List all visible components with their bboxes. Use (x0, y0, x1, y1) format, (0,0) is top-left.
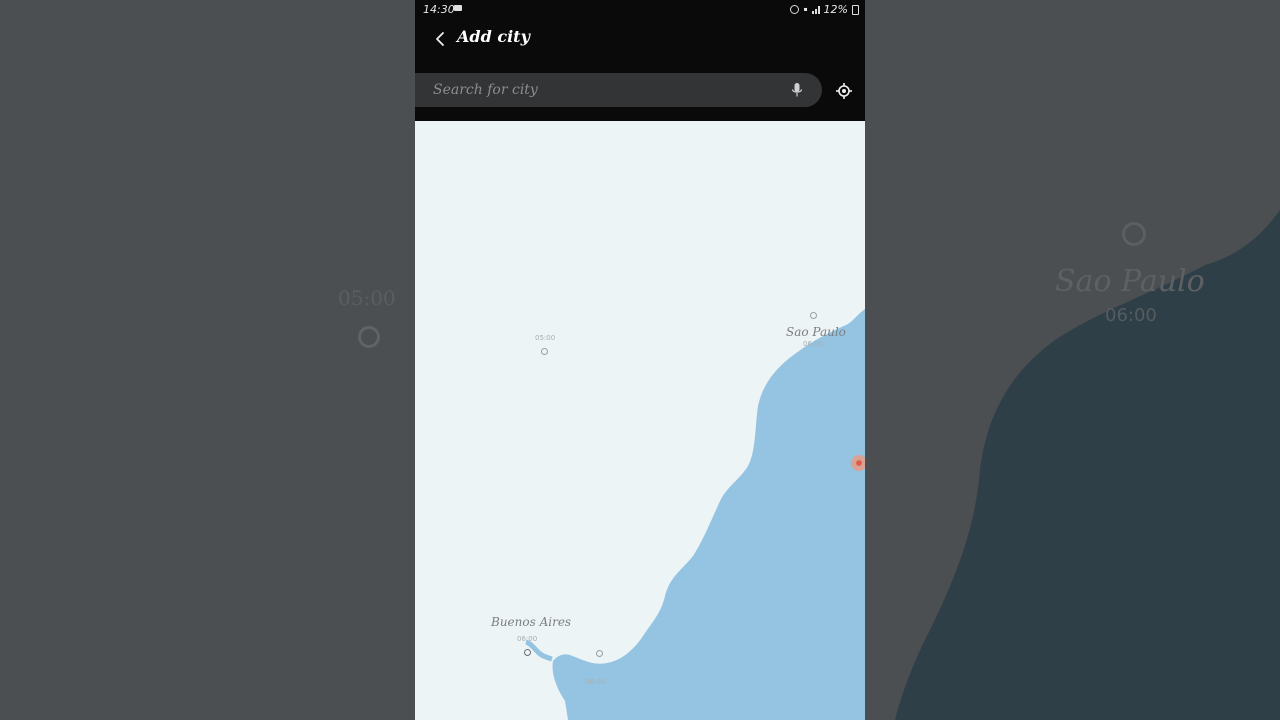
status-icons: ▪ 12% (790, 3, 859, 16)
my-location-icon[interactable] (835, 82, 853, 100)
status-bar: 14:30 ▪ 12% (415, 0, 865, 18)
time-zone-label: 05:00 (535, 334, 556, 342)
alarm-icon (790, 5, 800, 14)
background-city-dot (1122, 222, 1146, 246)
signal-icon (811, 5, 820, 14)
city-time-sao-paulo: 06:00 (803, 340, 824, 348)
page-title: Add city (457, 27, 530, 46)
city-dot-sao-paulo[interactable] (810, 312, 817, 319)
search-row (415, 73, 865, 107)
app-bar: Add city (415, 22, 865, 58)
city-time-buenos-aires: 06:00 (517, 635, 538, 643)
microphone-icon[interactable] (791, 82, 803, 98)
phone-screen: 14:30 ▪ 12% Add city Search for city 05:… (415, 0, 865, 720)
background-time-label: 05:00 (338, 286, 396, 310)
battery-percent: 12% (823, 3, 848, 16)
city-dot[interactable] (596, 650, 603, 657)
background-city-dot (358, 326, 380, 348)
status-time: 14:30 (423, 3, 455, 16)
city-dot-buenos-aires[interactable] (524, 649, 531, 656)
back-arrow-icon[interactable] (431, 28, 451, 50)
world-map[interactable]: 05:00 Sao Paulo 06:00 Buenos Aires 06:00… (415, 121, 865, 720)
city-label-sao-paulo[interactable]: Sao Paulo (786, 325, 846, 339)
battery-icon (852, 4, 859, 15)
city-label-buenos-aires[interactable]: Buenos Aires (491, 615, 571, 629)
background-time-label: 06:00 (1105, 305, 1157, 326)
map-ocean-shape (525, 309, 865, 720)
volte-icon: ▪ (803, 5, 808, 13)
screen-record-icon (454, 5, 462, 11)
search-box[interactable] (415, 73, 822, 107)
time-zone-label: 06:00 (585, 678, 606, 686)
search-input[interactable] (433, 81, 773, 99)
selected-location-marker[interactable] (851, 455, 865, 471)
background-city-label: Sao Paulo (1055, 264, 1205, 299)
city-dot[interactable] (541, 348, 548, 355)
